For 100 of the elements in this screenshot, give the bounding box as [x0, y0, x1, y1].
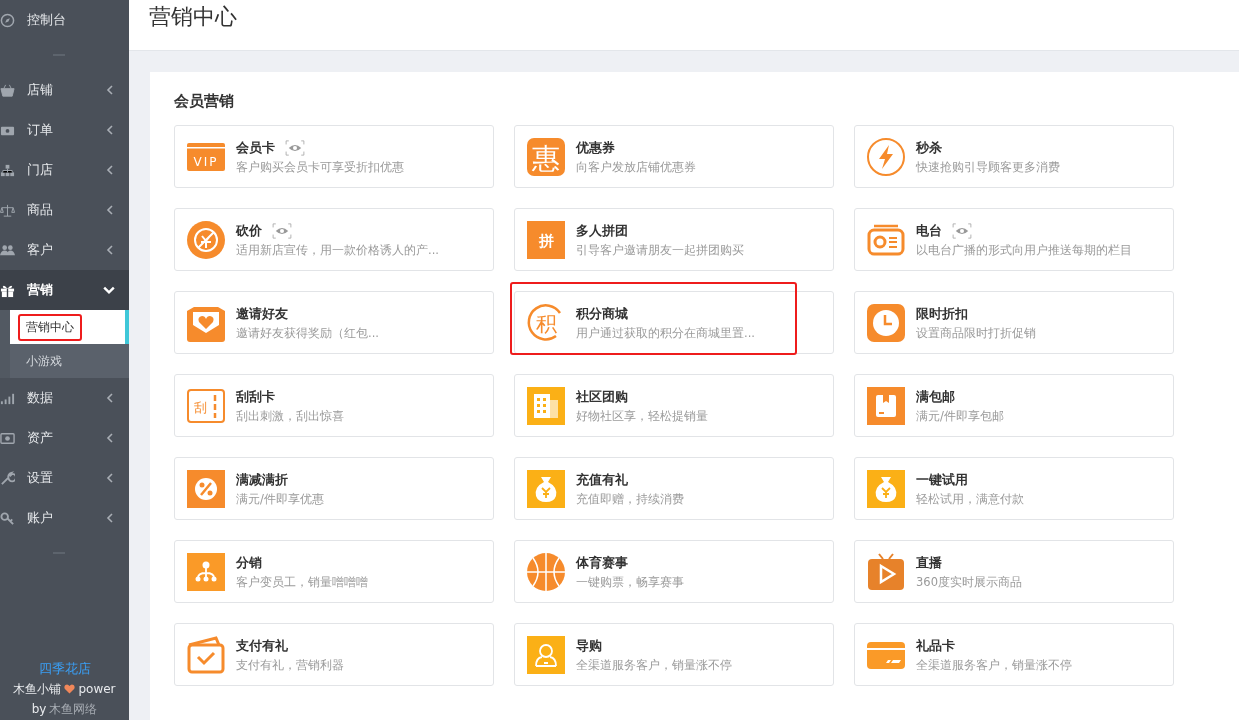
sidebar-item[interactable]: 控制台	[0, 0, 129, 40]
company-name: 木鱼网络	[49, 701, 98, 718]
feature-card[interactable]: 刮 刮刮卡 刮出刺激，刮出惊喜	[174, 374, 494, 437]
card-description: 快速抢购引导顾客更多消费	[916, 159, 1060, 175]
card-title: 体育赛事	[576, 553, 628, 572]
feature-card[interactable]: 一键试用 轻松试用，满意付款	[854, 457, 1174, 520]
chevron-left-icon	[105, 433, 115, 443]
compass-icon	[0, 12, 15, 28]
card-title: 邀请好友	[236, 304, 288, 323]
sidebar-item[interactable]: 账户	[0, 498, 129, 538]
building-icon	[526, 385, 566, 426]
preview-icon[interactable]	[285, 139, 305, 156]
feature-card[interactable]: 电台 以电台广播的形式向用户推送每期的栏目	[854, 208, 1174, 271]
card-title: 刮刮卡	[236, 387, 275, 406]
card-title: 直播	[916, 553, 942, 572]
no-price-icon	[186, 219, 226, 260]
sidebar-item[interactable]: 数据	[0, 378, 129, 418]
card-title: 满包邮	[916, 387, 955, 406]
sitemap-icon	[0, 162, 15, 178]
card-description: 适用新店宣传，用一款价格诱人的产...	[236, 242, 439, 258]
card-description: 向客户发放店铺优惠券	[576, 159, 696, 175]
wrench-icon	[0, 470, 15, 486]
feature-card[interactable]: 限时折扣 设置商品限时打折促销	[854, 291, 1174, 354]
card-title: 充值有礼	[576, 470, 628, 489]
card-description: 客户购买会员卡可享受折扣优惠	[236, 159, 404, 175]
by-text: by	[31, 701, 47, 718]
preview-icon[interactable]	[272, 222, 292, 239]
wallet-check-icon	[186, 634, 226, 675]
feature-card[interactable]: 满包邮 满元/件即享包邮	[854, 374, 1174, 437]
card-title: 导购	[576, 636, 602, 655]
card-description: 充值即赠，持续消费	[576, 491, 684, 507]
sidebar-item[interactable]: 订单	[0, 110, 129, 150]
card-description: 邀请好友获得奖励（红包...	[236, 325, 379, 341]
sidebar-item[interactable]: 设置	[0, 458, 129, 498]
card-title: 一键试用	[916, 470, 968, 489]
card-description: 全渠道服务客户，销量涨不停	[576, 657, 732, 673]
chevron-left-icon	[105, 473, 115, 483]
submenu-item[interactable]: 小游戏	[10, 344, 129, 378]
card-description: 好物社区享，轻松提销量	[576, 408, 708, 424]
users-icon	[0, 242, 15, 258]
submenu-item[interactable]: 营销中心	[10, 310, 129, 344]
money-icon	[0, 430, 15, 446]
feature-card[interactable]: 体育赛事 一键购票，畅享赛事	[514, 540, 834, 603]
feature-card[interactable]: VIP 会员卡 客户购买会员卡可享受折扣优惠	[174, 125, 494, 188]
card-title: 会员卡	[236, 138, 275, 157]
network-icon	[186, 551, 226, 592]
card-description: 满元/件即享包邮	[916, 408, 1004, 424]
feature-card[interactable]: 惠 优惠券 向客户发放店铺优惠券	[514, 125, 834, 188]
card-title: 砍价	[236, 221, 262, 240]
feature-card[interactable]: 礼品卡 全渠道服务客户，销量涨不停	[854, 623, 1174, 686]
sidebar-item[interactable]: 店铺	[0, 70, 129, 110]
card-title: 礼品卡	[916, 636, 955, 655]
group-buy-icon: 拼	[526, 219, 566, 260]
card-description: 支付有礼，营销利器	[236, 657, 344, 673]
feature-card[interactable]: 秒杀 快速抢购引导顾客更多消费	[854, 125, 1174, 188]
money-bag-icon	[866, 468, 906, 509]
card-description: 全渠道服务客户，销量涨不停	[916, 657, 1072, 673]
feature-card[interactable]: 邀请好友 邀请好友获得奖励（红包...	[174, 291, 494, 354]
card-description: 轻松试用，满意付款	[916, 491, 1024, 507]
card-title: 分销	[236, 553, 262, 572]
coupon-icon: 惠	[526, 136, 566, 177]
tv-play-icon	[866, 551, 906, 592]
sidebar-item[interactable]: 资产	[0, 418, 129, 458]
feature-card[interactable]: 拼 多人拼团 引导客户邀请朋友一起拼团购买	[514, 208, 834, 271]
sidebar-item[interactable]: 营销	[0, 270, 129, 310]
sidebar-item[interactable]: 门店	[0, 150, 129, 190]
card-title: 多人拼团	[576, 221, 628, 240]
feature-card[interactable]: 支付有礼 支付有礼，营销利器	[174, 623, 494, 686]
section-title: 会员营销	[174, 92, 235, 111]
card-title: 优惠券	[576, 138, 615, 157]
feature-card[interactable]: 社区团购 好物社区享，轻松提销量	[514, 374, 834, 437]
clock-icon	[866, 302, 906, 343]
card-title: 满减满折	[236, 470, 288, 489]
card-description: 满元/件即享优惠	[236, 491, 324, 507]
feature-card[interactable]: 砍价 适用新店宣传，用一款价格诱人的产...	[174, 208, 494, 271]
feature-card[interactable]: 分销 客户变员工，销量噌噌噌	[174, 540, 494, 603]
card-description: 引导客户邀请朋友一起拼团购买	[576, 242, 744, 258]
chevron-left-icon	[105, 165, 115, 175]
feature-card[interactable]: 导购 全渠道服务客户，销量涨不停	[514, 623, 834, 686]
feature-card[interactable]: 积 积分商城 用户通过获取的积分在商城里置...	[514, 291, 834, 354]
chevron-left-icon	[105, 125, 115, 135]
feature-card[interactable]: 充值有礼 充值即赠，持续消费	[514, 457, 834, 520]
sidebar-item[interactable]: 客户	[0, 230, 129, 270]
powered-by-text: 木鱼小铺	[13, 681, 62, 698]
chevron-left-icon	[105, 513, 115, 523]
card-title: 限时折扣	[916, 304, 968, 323]
preview-icon[interactable]	[952, 222, 972, 239]
card-description: 设置商品限时打折促销	[916, 325, 1036, 341]
card-description: 以电台广播的形式向用户推送每期的栏目	[916, 242, 1132, 258]
sidebar-item[interactable]: 商品	[0, 190, 129, 230]
package-icon	[866, 385, 906, 426]
chevron-down-icon	[103, 284, 115, 296]
powered-text: power	[78, 681, 116, 698]
chevron-left-icon	[105, 205, 115, 215]
card-title: 支付有礼	[236, 636, 288, 655]
money-bag-icon	[526, 468, 566, 509]
chevron-left-icon	[105, 85, 115, 95]
feature-card[interactable]: 直播 360度实时展示商品	[854, 540, 1174, 603]
card-title: 积分商城	[576, 304, 628, 323]
feature-card[interactable]: 满减满折 满元/件即享优惠	[174, 457, 494, 520]
